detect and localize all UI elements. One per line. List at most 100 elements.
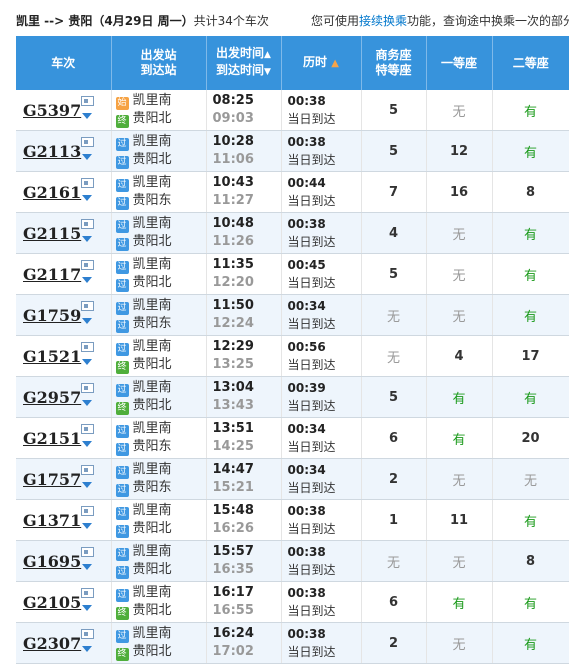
- arrival-time: 09:03: [212, 111, 254, 126]
- train-cell: G1371: [16, 499, 112, 541]
- stops-dropdown-icon[interactable]: [82, 523, 92, 529]
- train-number-link[interactable]: G1759: [23, 306, 81, 325]
- table-row[interactable]: G2113 过凯里南过贵阳北 10:28 11:06 00:38 当日到达 5 12 有: [16, 130, 569, 172]
- train-info-icon[interactable]: [81, 629, 94, 639]
- second-class-cell: 有: [492, 90, 569, 131]
- table-row[interactable]: G1371 过凯里南过贵阳北 15:48 16:26 00:38 当日到达 1 11 有: [16, 499, 569, 541]
- second-class-availability: 有: [523, 514, 537, 530]
- time-cell: 10:48 11:26: [206, 212, 282, 254]
- arrival-time: 14:25: [212, 439, 254, 454]
- to-station: 贵阳东: [132, 439, 172, 454]
- transfer-hint: 您可使用接续换乘功能，查询途中换乘一次的部分: [311, 12, 569, 29]
- train-info-icon[interactable]: [81, 465, 94, 475]
- stations-cell: 过凯里南过贵阳北: [111, 499, 207, 541]
- table-row[interactable]: G1757 过凯里南过贵阳东 14:47 15:21 00:34 当日到达 2 无 无: [16, 458, 569, 500]
- second-class-availability: 20: [521, 430, 540, 446]
- first-class-availability: 无: [452, 309, 466, 325]
- table-row[interactable]: G5397 始凯里南终贵阳北 08:25 09:03 00:38 当日到达 5 无 有: [16, 90, 569, 131]
- from-station-badge-icon: 过: [115, 466, 129, 479]
- duration: 00:39: [287, 381, 326, 395]
- table-row[interactable]: G1759 过凯里南过贵阳东 11:50 12:24 00:34 当日到达 无 无 有: [16, 294, 569, 336]
- stations-cell: 过凯里南终贵阳北: [111, 622, 207, 664]
- sort-down-icon: ▼: [264, 67, 271, 77]
- train-number-link[interactable]: G1757: [23, 470, 81, 489]
- stops-dropdown-icon[interactable]: [82, 113, 92, 119]
- duration: 00:34: [287, 463, 326, 477]
- train-number-link[interactable]: G5397: [23, 101, 81, 120]
- train-info-icon[interactable]: [81, 506, 94, 516]
- table-header-row: 车次 出发站 到达站 出发时间▲ 到达时间▼ 历时 ▲ 商务座 特等座 一等座 二等座: [16, 36, 569, 90]
- train-info-icon[interactable]: [81, 342, 94, 352]
- time-cell: 11:35 12:20: [206, 253, 282, 295]
- table-row[interactable]: G1521 过凯里南终贵阳北 12:29 13:25 00:56 当日到达 无 4 17: [16, 335, 569, 377]
- train-number-link[interactable]: G2957: [23, 388, 81, 407]
- table-row[interactable]: G1695 过凯里南过贵阳北 15:57 16:35 00:38 当日到达 无 无 8: [16, 540, 569, 582]
- train-number-link[interactable]: G1371: [23, 511, 81, 530]
- first-class-availability: 无: [452, 104, 466, 120]
- train-info-icon[interactable]: [81, 588, 94, 598]
- first-class-cell: 有: [426, 417, 493, 459]
- stops-dropdown-icon[interactable]: [82, 154, 92, 160]
- table-row[interactable]: G2115 过凯里南过贵阳北 10:48 11:26 00:38 当日到达 4 无 有: [16, 212, 569, 254]
- business-seat-availability: 4: [388, 225, 399, 241]
- stops-dropdown-icon[interactable]: [82, 646, 92, 652]
- duration-cell: 00:45 当日到达: [281, 253, 362, 295]
- duration-cell: 00:38 当日到达: [281, 130, 362, 172]
- to-station: 贵阳东: [132, 193, 172, 208]
- train-info-icon[interactable]: [81, 383, 94, 393]
- table-row[interactable]: G2105 过凯里南终贵阳北 16:17 16:55 00:38 当日到达 6 有 有: [16, 581, 569, 623]
- second-class-availability: 8: [525, 553, 536, 569]
- train-info-icon[interactable]: [81, 547, 94, 557]
- table-row[interactable]: G2161 过凯里南过贵阳东 10:43 11:27 00:44 当日到达 7 16 8: [16, 171, 569, 213]
- to-station: 贵阳北: [132, 603, 172, 618]
- table-row[interactable]: G2151 过凯里南过贵阳东 13:51 14:25 00:34 当日到达 6 有 20: [16, 417, 569, 459]
- train-number-link[interactable]: G2161: [23, 183, 81, 202]
- business-seat-cell: 2: [361, 622, 427, 664]
- first-class-cell: 无: [426, 253, 493, 295]
- train-info-icon[interactable]: [81, 137, 94, 147]
- table-row[interactable]: G2117 过凯里南过贵阳北 11:35 12:20 00:45 当日到达 5 无 有: [16, 253, 569, 295]
- train-info-icon[interactable]: [81, 260, 94, 270]
- col-time-sort[interactable]: 出发时间▲ 到达时间▼: [206, 36, 282, 90]
- train-cell: G1759: [16, 294, 112, 336]
- stops-dropdown-icon[interactable]: [82, 318, 92, 324]
- stops-dropdown-icon[interactable]: [82, 605, 92, 611]
- stops-dropdown-icon[interactable]: [82, 482, 92, 488]
- stops-dropdown-icon[interactable]: [82, 441, 92, 447]
- second-class-cell: 有: [492, 499, 569, 541]
- duration-cell: 00:34 当日到达: [281, 458, 362, 500]
- stations-cell: 过凯里南终贵阳北: [111, 581, 207, 623]
- train-number-link[interactable]: G1695: [23, 552, 81, 571]
- duration-cell: 00:39 当日到达: [281, 376, 362, 418]
- train-number-link[interactable]: G2307: [23, 634, 81, 653]
- stops-dropdown-icon[interactable]: [82, 359, 92, 365]
- table-row[interactable]: G2957 过凯里南终贵阳北 13:04 13:43 00:39 当日到达 5 有 有: [16, 376, 569, 418]
- train-number-link[interactable]: G2113: [23, 142, 81, 161]
- business-seat-availability: 无: [386, 309, 400, 325]
- train-number-link[interactable]: G2115: [23, 224, 81, 243]
- train-number-link[interactable]: G2105: [23, 593, 81, 612]
- first-class-cell: 无: [426, 622, 493, 664]
- transfer-link[interactable]: 接续换乘: [359, 14, 407, 28]
- train-number-link[interactable]: G1521: [23, 347, 81, 366]
- to-station-badge-icon: 过: [115, 279, 129, 292]
- train-info-icon[interactable]: [81, 178, 94, 188]
- train-info-icon[interactable]: [81, 219, 94, 229]
- second-class-cell: 20: [492, 417, 569, 459]
- to-station: 贵阳北: [132, 562, 172, 577]
- table-row[interactable]: G2307 过凯里南终贵阳北 16:24 17:02 00:38 当日到达 2 无 有: [16, 622, 569, 664]
- duration-cell: 00:38 当日到达: [281, 499, 362, 541]
- stops-dropdown-icon[interactable]: [82, 277, 92, 283]
- col-duration-sort[interactable]: 历时 ▲: [281, 36, 362, 90]
- stops-dropdown-icon[interactable]: [82, 564, 92, 570]
- train-number-link[interactable]: G2151: [23, 429, 81, 448]
- train-info-icon[interactable]: [81, 96, 94, 106]
- stops-dropdown-icon[interactable]: [82, 195, 92, 201]
- train-info-icon[interactable]: [81, 301, 94, 311]
- train-info-icon[interactable]: [81, 424, 94, 434]
- stops-dropdown-icon[interactable]: [82, 236, 92, 242]
- stops-dropdown-icon[interactable]: [82, 400, 92, 406]
- from-station: 凯里南: [132, 216, 172, 231]
- from-station: 凯里南: [132, 257, 172, 272]
- train-number-link[interactable]: G2117: [23, 265, 81, 284]
